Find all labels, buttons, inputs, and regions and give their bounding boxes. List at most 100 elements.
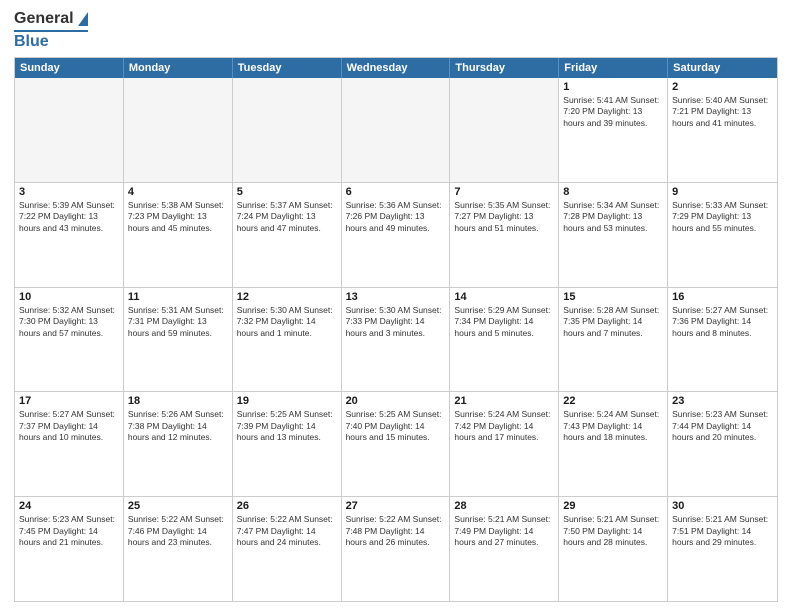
calendar-cell: 17Sunrise: 5:27 AM Sunset: 7:37 PM Dayli… [15, 392, 124, 496]
calendar-cell: 7Sunrise: 5:35 AM Sunset: 7:27 PM Daylig… [450, 183, 559, 287]
calendar-row-2: 3Sunrise: 5:39 AM Sunset: 7:22 PM Daylig… [15, 183, 777, 288]
calendar-cell: 1Sunrise: 5:41 AM Sunset: 7:20 PM Daylig… [559, 78, 668, 182]
header-friday: Friday [559, 58, 668, 78]
calendar-cell: 28 Sunrise: 5:21 AM Sunset: 7:49 PM Dayli… [450, 497, 559, 601]
logo-block: General Blue [14, 10, 88, 51]
day-number: 28 [454, 500, 554, 512]
day-number: 9 [672, 186, 773, 198]
cell-info: Sunrise: 5:23 AM Sunset: 7:45 PM Dayligh… [19, 514, 119, 548]
calendar-cell [450, 78, 559, 182]
calendar-cell: 8Sunrise: 5:34 AM Sunset: 7:28 PM Daylig… [559, 183, 668, 287]
calendar-cell: 11 Sunrise: 5:31 AM Sunset: 7:31 PM Dayli… [124, 288, 233, 392]
calendar-cell: 2Sunrise: 5:40 AM Sunset: 7:21 PM Daylig… [668, 78, 777, 182]
calendar-cell: 27 Sunrise: 5:22 AM Sunset: 7:48 PM Dayli… [342, 497, 451, 601]
calendar-cell: 18 Sunrise: 5:26 AM Sunset: 7:38 PM Dayli… [124, 392, 233, 496]
calendar-cell: 6 Sunrise: 5:36 AM Sunset: 7:26 PM Daylig… [342, 183, 451, 287]
day-number: 20 [346, 395, 446, 407]
day-number: 22 [563, 395, 663, 407]
header-saturday: Saturday [668, 58, 777, 78]
calendar-cell: 9 Sunrise: 5:33 AM Sunset: 7:29 PM Daylig… [668, 183, 777, 287]
cell-info: Sunrise: 5:25 AM Sunset: 7:39 PM Dayligh… [237, 409, 337, 443]
calendar-row-3: 10Sunrise: 5:32 AM Sunset: 7:30 PM Dayli… [15, 288, 777, 393]
calendar-cell: 4 Sunrise: 5:38 AM Sunset: 7:23 PM Daylig… [124, 183, 233, 287]
cell-info: Sunrise: 5:24 AM Sunset: 7:42 PM Dayligh… [454, 409, 554, 443]
calendar-cell: 16 Sunrise: 5:27 AM Sunset: 7:36 PM Dayli… [668, 288, 777, 392]
day-number: 2 [672, 81, 773, 93]
calendar-cell: 19 Sunrise: 5:25 AM Sunset: 7:39 PM Dayli… [233, 392, 342, 496]
day-number: 8 [563, 186, 663, 198]
day-number: 11 [128, 291, 228, 303]
day-number: 10 [19, 291, 119, 303]
cell-info: Sunrise: 5:24 AM Sunset: 7:43 PM Dayligh… [563, 409, 663, 443]
day-number: 18 [128, 395, 228, 407]
calendar-cell: 20Sunrise: 5:25 AM Sunset: 7:40 PM Dayli… [342, 392, 451, 496]
day-number: 21 [454, 395, 554, 407]
calendar-cell: 24 Sunrise: 5:23 AM Sunset: 7:45 PM Dayli… [15, 497, 124, 601]
calendar-cell [342, 78, 451, 182]
cell-info: Sunrise: 5:26 AM Sunset: 7:38 PM Dayligh… [128, 409, 228, 443]
calendar-cell: 29 Sunrise: 5:21 AM Sunset: 7:50 PM Dayli… [559, 497, 668, 601]
day-number: 30 [672, 500, 773, 512]
day-number: 6 [346, 186, 446, 198]
day-number: 15 [563, 291, 663, 303]
calendar-cell: 10Sunrise: 5:32 AM Sunset: 7:30 PM Dayli… [15, 288, 124, 392]
cell-info: Sunrise: 5:38 AM Sunset: 7:23 PM Dayligh… [128, 200, 228, 234]
calendar-cell: 15 Sunrise: 5:28 AM Sunset: 7:35 PM Dayli… [559, 288, 668, 392]
day-number: 16 [672, 291, 773, 303]
day-number: 19 [237, 395, 337, 407]
cell-info: Sunrise: 5:28 AM Sunset: 7:35 PM Dayligh… [563, 305, 663, 339]
logo: General Blue [14, 10, 88, 51]
cell-info: Sunrise: 5:36 AM Sunset: 7:26 PM Dayligh… [346, 200, 446, 234]
day-number: 14 [454, 291, 554, 303]
day-number: 29 [563, 500, 663, 512]
header-thursday: Thursday [450, 58, 559, 78]
cell-info: Sunrise: 5:22 AM Sunset: 7:46 PM Dayligh… [128, 514, 228, 548]
cell-info: Sunrise: 5:21 AM Sunset: 7:50 PM Dayligh… [563, 514, 663, 548]
cell-info: Sunrise: 5:27 AM Sunset: 7:36 PM Dayligh… [672, 305, 773, 339]
cell-info: Sunrise: 5:33 AM Sunset: 7:29 PM Dayligh… [672, 200, 773, 234]
calendar-cell: 12 Sunrise: 5:30 AM Sunset: 7:32 PM Dayli… [233, 288, 342, 392]
header-sunday: Sunday [15, 58, 124, 78]
cell-info: Sunrise: 5:23 AM Sunset: 7:44 PM Dayligh… [672, 409, 773, 443]
day-number: 4 [128, 186, 228, 198]
day-number: 23 [672, 395, 773, 407]
calendar: SundayMondayTuesdayWednesdayThursdayFrid… [14, 57, 778, 602]
calendar-cell: 21 Sunrise: 5:24 AM Sunset: 7:42 PM Dayli… [450, 392, 559, 496]
cell-info: Sunrise: 5:22 AM Sunset: 7:47 PM Dayligh… [237, 514, 337, 548]
cell-info: Sunrise: 5:27 AM Sunset: 7:37 PM Dayligh… [19, 409, 119, 443]
calendar-cell: 30 Sunrise: 5:21 AM Sunset: 7:51 PM Dayli… [668, 497, 777, 601]
day-number: 24 [19, 500, 119, 512]
logo-arrow-icon [74, 12, 88, 26]
calendar-cell [15, 78, 124, 182]
day-number: 27 [346, 500, 446, 512]
cell-info: Sunrise: 5:30 AM Sunset: 7:32 PM Dayligh… [237, 305, 337, 339]
calendar-header: SundayMondayTuesdayWednesdayThursdayFrid… [15, 58, 777, 78]
calendar-row-1: 1Sunrise: 5:41 AM Sunset: 7:20 PM Daylig… [15, 78, 777, 183]
header-wednesday: Wednesday [342, 58, 451, 78]
calendar-cell: 26 Sunrise: 5:22 AM Sunset: 7:47 PM Dayli… [233, 497, 342, 601]
cell-info: Sunrise: 5:21 AM Sunset: 7:49 PM Dayligh… [454, 514, 554, 548]
day-number: 1 [563, 81, 663, 93]
calendar-row-4: 17Sunrise: 5:27 AM Sunset: 7:37 PM Dayli… [15, 392, 777, 497]
cell-info: Sunrise: 5:29 AM Sunset: 7:34 PM Dayligh… [454, 305, 554, 339]
page-header: General Blue [14, 10, 778, 51]
cell-info: Sunrise: 5:39 AM Sunset: 7:22 PM Dayligh… [19, 200, 119, 234]
day-number: 12 [237, 291, 337, 303]
header-monday: Monday [124, 58, 233, 78]
calendar-cell [124, 78, 233, 182]
calendar-cell: 23 Sunrise: 5:23 AM Sunset: 7:44 PM Dayli… [668, 392, 777, 496]
day-number: 25 [128, 500, 228, 512]
day-number: 5 [237, 186, 337, 198]
logo-blue: Blue [14, 33, 49, 51]
day-number: 7 [454, 186, 554, 198]
calendar-cell: 5 Sunrise: 5:37 AM Sunset: 7:24 PM Daylig… [233, 183, 342, 287]
logo-general: General [14, 10, 74, 28]
cell-info: Sunrise: 5:21 AM Sunset: 7:51 PM Dayligh… [672, 514, 773, 548]
cell-info: Sunrise: 5:37 AM Sunset: 7:24 PM Dayligh… [237, 200, 337, 234]
calendar-cell: 22 Sunrise: 5:24 AM Sunset: 7:43 PM Dayli… [559, 392, 668, 496]
calendar-cell: 3Sunrise: 5:39 AM Sunset: 7:22 PM Daylig… [15, 183, 124, 287]
cell-info: Sunrise: 5:31 AM Sunset: 7:31 PM Dayligh… [128, 305, 228, 339]
calendar-cell: 25 Sunrise: 5:22 AM Sunset: 7:46 PM Dayli… [124, 497, 233, 601]
day-number: 26 [237, 500, 337, 512]
cell-info: Sunrise: 5:22 AM Sunset: 7:48 PM Dayligh… [346, 514, 446, 548]
